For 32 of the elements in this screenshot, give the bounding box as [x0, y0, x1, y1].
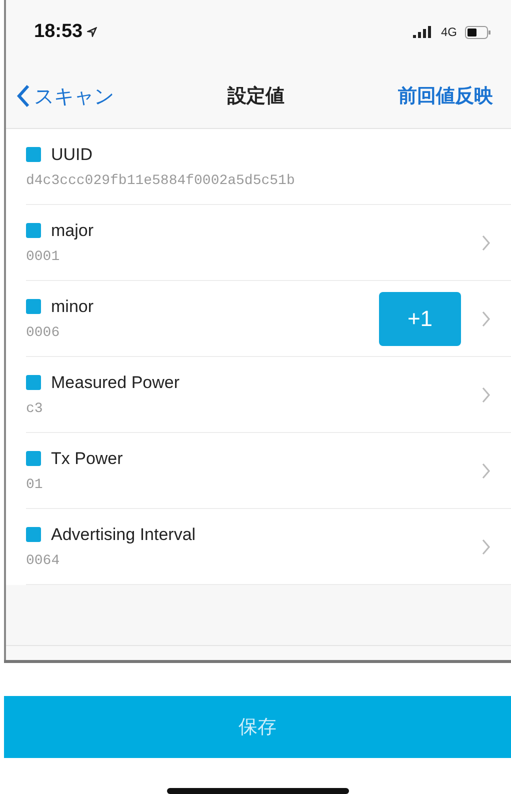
setting-name: Advertising Interval — [51, 524, 196, 544]
square-icon — [26, 527, 41, 542]
setting-name: Tx Power — [51, 448, 123, 468]
chevron-left-icon — [16, 84, 30, 108]
square-icon — [26, 451, 41, 466]
signal-icon — [412, 26, 433, 38]
setting-value: 0064 — [26, 552, 61, 568]
setting-name: Measured Power — [51, 372, 180, 392]
setting-row[interactable]: Tx Power 01 — [26, 433, 511, 509]
setting-name: major — [51, 220, 94, 240]
back-button[interactable]: スキャン — [16, 82, 114, 110]
location-arrow-icon — [86, 27, 97, 37]
setting-value: 0006 — [26, 324, 61, 340]
status-time: 18:53 — [34, 21, 83, 43]
square-icon — [26, 299, 41, 314]
setting-row[interactable]: minor 0006 +1 — [26, 281, 511, 357]
setting-name: minor — [51, 296, 94, 316]
screen-title: 設定値 — [228, 84, 284, 109]
setting-value: 01 — [26, 476, 44, 492]
network-label: 4G — [440, 25, 457, 39]
setting-name: UUID — [51, 144, 93, 164]
setting-row[interactable]: major 0001 — [26, 205, 511, 281]
setting-value: 0001 — [26, 248, 61, 264]
setting-row[interactable]: Measured Power c3 — [26, 357, 511, 433]
setting-row[interactable]: UUID d4c3ccc029fb11e5884f0002a5d5c51b — [26, 129, 511, 205]
square-icon — [26, 223, 41, 238]
square-icon — [26, 375, 41, 390]
square-icon — [26, 147, 41, 162]
battery-icon — [465, 26, 491, 38]
setting-value: d4c3ccc029fb11e5884f0002a5d5c51b — [26, 172, 296, 188]
setting-value: c3 — [26, 400, 44, 416]
apply-previous-button[interactable]: 前回値反映 — [398, 83, 493, 109]
